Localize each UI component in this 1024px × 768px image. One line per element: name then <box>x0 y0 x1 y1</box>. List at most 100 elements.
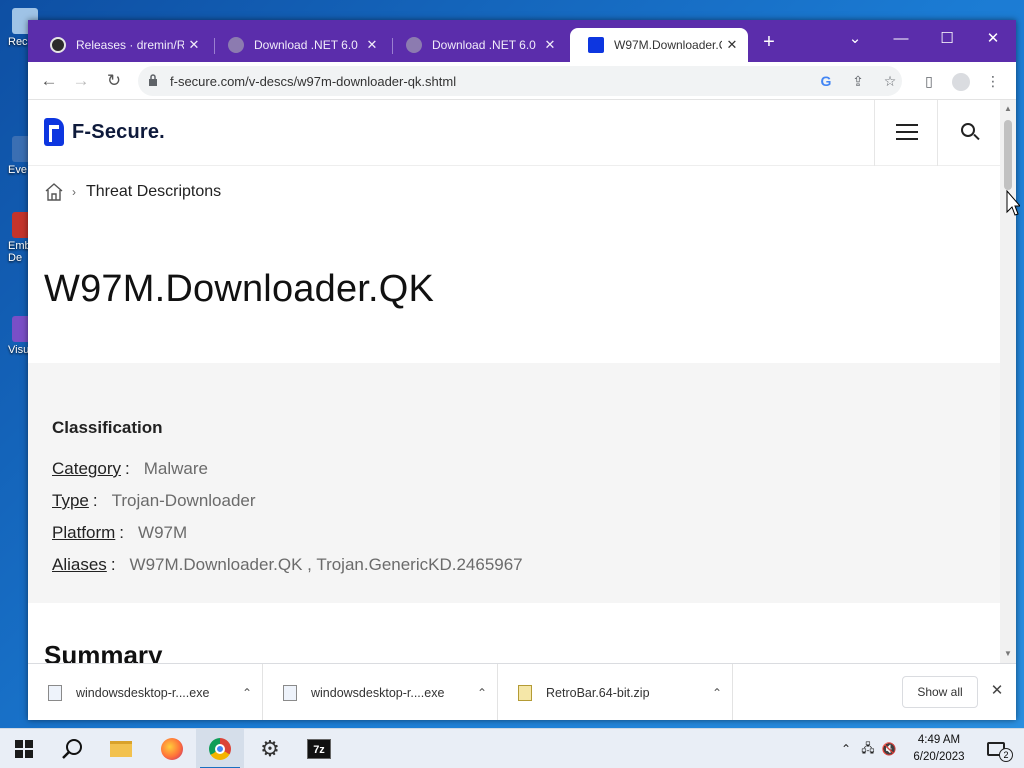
forward-button[interactable]: → <box>68 69 94 93</box>
globe-icon <box>228 37 244 53</box>
tab-search-button[interactable]: ⌄ <box>832 24 878 54</box>
tab-download-net-1[interactable]: Download .NET 6.0 D ✕ <box>210 28 388 62</box>
show-all-downloads-button[interactable]: Show all <box>902 676 978 708</box>
separator-colon: : <box>92 491 98 510</box>
gear-icon: ⚙ <box>260 736 280 761</box>
share-icon[interactable]: ⇪ <box>848 72 868 90</box>
chevron-up-icon[interactable]: ⌃ <box>702 686 732 700</box>
maximize-button[interactable]: ☐ <box>924 24 970 54</box>
minimize-button[interactable]: — <box>878 24 924 54</box>
taskbar-clock[interactable]: 4:49 AM 6/20/2023 <box>906 732 972 766</box>
desktop-icon-label: Eve <box>8 164 27 176</box>
separator-colon: : <box>110 555 116 574</box>
start-button[interactable] <box>0 729 48 768</box>
classification-heading: Classification <box>52 418 163 437</box>
new-tab-button[interactable]: + <box>758 32 780 54</box>
aliases-row: Aliases: W97M.Downloader.QK , Trojan.Gen… <box>52 555 523 575</box>
taskbar: ⚙ 7z ⌃ 🖧 🔇 4:49 AM 6/20/2023 2 <box>0 728 1024 768</box>
desktop-icon-recycle-bin[interactable]: Rec <box>0 8 38 48</box>
page-scrollbar[interactable]: ▲ ▼ <box>1000 100 1016 663</box>
browser-menu-icon[interactable]: ⋮ <box>982 71 1004 91</box>
home-icon[interactable] <box>44 182 64 202</box>
address-bar[interactable]: f-secure.com/v-descs/w97m-downloader-qk.… <box>138 66 902 96</box>
download-item[interactable]: windowsdesktop-r....exe ⌃ <box>28 664 263 720</box>
scroll-down-icon[interactable]: ▼ <box>1000 647 1016 661</box>
exe-file-icon <box>48 684 62 701</box>
clock-date: 6/20/2023 <box>913 751 965 763</box>
chevron-up-icon[interactable]: ⌃ <box>467 686 497 700</box>
show-hidden-icons-chevron-icon[interactable]: ⌃ <box>838 742 854 756</box>
site-header: F-Secure. <box>28 100 1000 166</box>
type-row: Type: Trojan-Downloader <box>52 491 256 511</box>
tab-title: Releases · dremin/Re <box>76 38 184 52</box>
breadcrumb-threat-descriptions[interactable]: Threat Descriptons <box>86 183 221 201</box>
notifications-button[interactable]: 2 <box>976 729 1016 768</box>
site-search-button[interactable] <box>938 100 1000 166</box>
google-translate-icon[interactable]: G <box>816 72 836 90</box>
volume-muted-icon[interactable]: 🔇 <box>878 742 900 756</box>
network-icon[interactable]: 🖧 <box>858 739 878 760</box>
reload-button[interactable]: ↻ <box>101 69 127 93</box>
hamburger-icon <box>896 138 918 140</box>
url-text: f-secure.com/v-descs/w97m-downloader-qk.… <box>170 74 457 89</box>
download-bar: windowsdesktop-r....exe ⌃ windowsdesktop… <box>28 663 1016 720</box>
search-button[interactable] <box>48 729 96 768</box>
desktop-icon-label: Rec <box>8 36 28 48</box>
close-window-button[interactable]: ✕ <box>970 24 1016 54</box>
7zip-icon: 7z <box>307 739 331 759</box>
profile-avatar-icon[interactable] <box>950 71 972 92</box>
platform-row: Platform: W97M <box>52 523 187 543</box>
close-download-bar-icon[interactable]: ✕ <box>986 679 1008 703</box>
7zip-button[interactable]: 7z <box>295 729 343 768</box>
scrollbar-thumb[interactable] <box>1004 120 1012 190</box>
browser-window: Releases · dremin/Re ✕ Download .NET 6.0… <box>28 20 1016 720</box>
tab-w97m-downloader[interactable]: W97M.Downloader.Q ✕ <box>570 28 748 62</box>
system-tray: ⌃ 🖧 🔇 <box>838 729 900 768</box>
close-tab-icon[interactable]: ✕ <box>540 37 560 53</box>
search-icon-handle <box>973 133 980 141</box>
menu-button[interactable] <box>874 100 938 166</box>
category-row: Category: Malware <box>52 459 208 479</box>
tab-releases[interactable]: Releases · dremin/Re ✕ <box>32 28 210 62</box>
tab-strip: Releases · dremin/Re ✕ Download .NET 6.0… <box>28 20 1016 62</box>
separator-colon: : <box>119 523 125 542</box>
file-explorer-button[interactable] <box>97 729 145 768</box>
aliases-link[interactable]: Aliases <box>52 555 107 575</box>
category-link[interactable]: Category <box>52 459 121 479</box>
type-link[interactable]: Type <box>52 491 89 511</box>
separator-colon: : <box>124 459 130 478</box>
hamburger-icon <box>896 124 918 126</box>
download-item[interactable]: RetroBar.64-bit.zip ⌃ <box>498 664 733 720</box>
firefox-icon <box>161 738 183 760</box>
chrome-button[interactable] <box>196 729 244 768</box>
fsecure-icon <box>588 37 604 53</box>
platform-link[interactable]: Platform <box>52 523 115 543</box>
bookmark-star-icon[interactable]: ☆ <box>880 72 900 90</box>
close-tab-icon[interactable]: ✕ <box>722 37 742 53</box>
hamburger-icon <box>896 131 918 133</box>
tab-download-net-2[interactable]: Download .NET 6.0 D ✕ <box>388 28 566 62</box>
side-panel-icon[interactable]: ▯ <box>918 71 940 91</box>
download-filename: windowsdesktop-r....exe <box>76 685 210 700</box>
scroll-up-icon[interactable]: ▲ <box>1000 102 1016 116</box>
close-tab-icon[interactable]: ✕ <box>362 37 382 53</box>
classification-section: Classification Category: Malware Type: T… <box>28 363 1000 603</box>
firefox-button[interactable] <box>148 729 196 768</box>
desktop-icon-embedded[interactable]: Emb De <box>0 212 38 264</box>
chevron-right-icon: › <box>72 185 76 199</box>
tab-title: W97M.Downloader.Q <box>614 38 722 52</box>
download-item[interactable]: windowsdesktop-r....exe ⌃ <box>263 664 498 720</box>
chevron-up-icon[interactable]: ⌃ <box>232 686 262 700</box>
notification-icon: 2 <box>987 742 1013 762</box>
download-filename: RetroBar.64-bit.zip <box>546 685 650 700</box>
back-button[interactable]: ← <box>36 69 62 93</box>
download-filename: windowsdesktop-r....exe <box>311 685 445 700</box>
desktop-icon-label: Emb De <box>8 240 31 264</box>
fsecure-logo[interactable]: F-Secure. <box>44 118 165 146</box>
settings-button[interactable]: ⚙ <box>246 729 294 768</box>
tab-title: Download .NET 6.0 D <box>254 38 362 52</box>
desktop-icon-event[interactable]: Eve <box>0 136 38 176</box>
browser-toolbar: ← → ↻ f-secure.com/v-descs/w97m-download… <box>28 62 1016 100</box>
desktop-icon-visual-studio[interactable]: Visu <box>0 316 38 356</box>
close-tab-icon[interactable]: ✕ <box>184 37 204 53</box>
